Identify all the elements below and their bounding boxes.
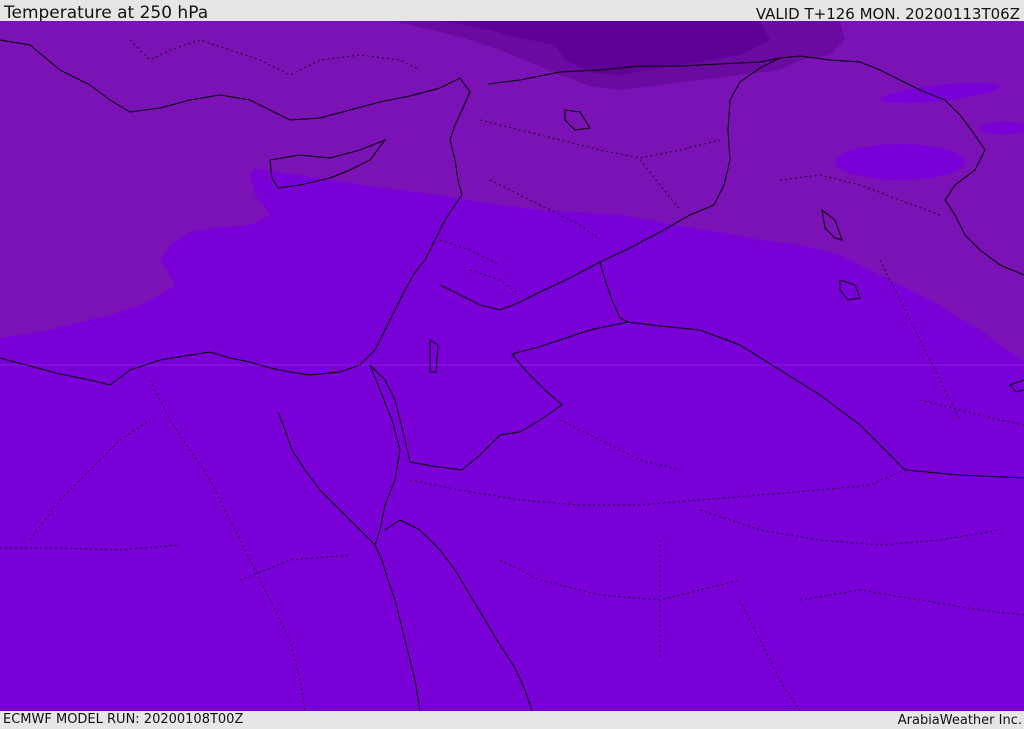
map-title: Temperature at 250 hPa [4, 3, 209, 23]
map-frame: Temperature at 250 hPa VALID T+126 MON. … [0, 0, 1024, 729]
warm-pocket-1 [835, 144, 965, 180]
model-run-label: ECMWF MODEL RUN: 20200108T00Z [3, 712, 244, 727]
header-bar: Temperature at 250 hPa VALID T+126 MON. … [0, 0, 1024, 23]
footer-bar: ECMWF MODEL RUN: 20200108T00Z ArabiaWeat… [0, 711, 1024, 729]
credit-label: ArabiaWeather Inc. [897, 713, 1022, 728]
temperature-map [0, 21, 1024, 711]
